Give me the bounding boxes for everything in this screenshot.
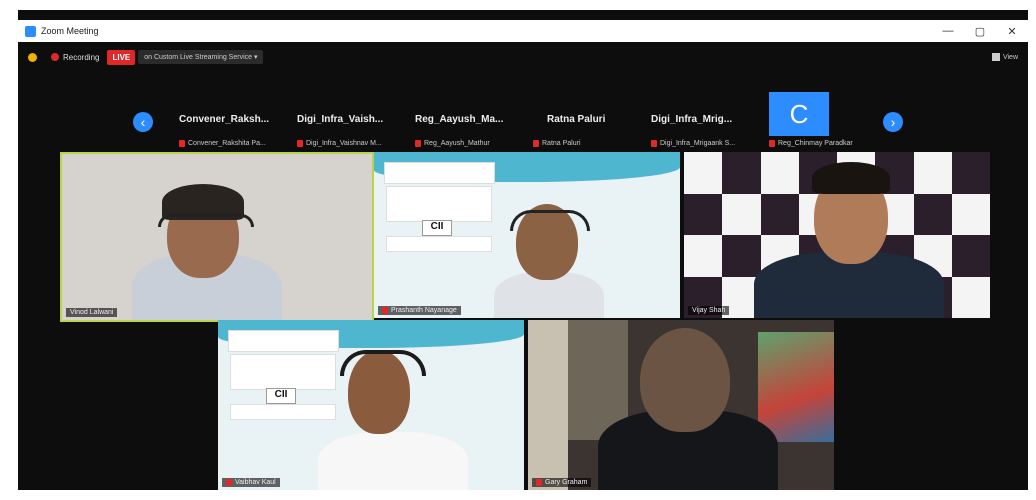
video-tile[interactable]: Vijay Shah — [684, 152, 990, 318]
muted-mic-icon — [415, 140, 421, 147]
backdrop-cell — [760, 152, 799, 194]
live-stream-dropdown[interactable]: on Custom Live Streaming Service ▾ — [138, 50, 264, 64]
backdrop-cell — [722, 193, 761, 235]
slide-card — [386, 236, 492, 252]
participant-thumb[interactable]: Convener_Raksh... Convener_Rakshita Pa..… — [173, 92, 291, 154]
muted-mic-icon — [536, 479, 542, 486]
participant-thumb[interactable]: Reg_Aayush_Ma... Reg_Aayush_Mathur — [409, 92, 527, 154]
muted-mic-icon — [533, 140, 539, 147]
backdrop-cell — [722, 235, 761, 277]
thumb-name: Ratna Paluri — [547, 114, 606, 125]
participant-thumb[interactable]: Digi_Infra_Mrig... Digi_Infra_Mrigaank S… — [645, 92, 763, 154]
participant-thumb[interactable]: Digi_Infra_Vaish... Digi_Infra_Vaishnav … — [291, 92, 409, 154]
thumb-name: Digi_Infra_Vaish... — [297, 114, 384, 125]
muted-mic-icon — [297, 140, 303, 147]
close-button[interactable]: ✕ — [996, 25, 1028, 38]
thumb-label: Reg_Aayush_Mathur — [424, 140, 490, 147]
participant-name-tag: Vinod Lalwani — [66, 308, 118, 317]
cii-logo: CII — [422, 220, 452, 236]
view-button[interactable]: View — [991, 53, 1018, 61]
backdrop-cell — [951, 193, 990, 235]
live-badge: LIVE — [107, 49, 136, 65]
avatar: C — [769, 92, 829, 136]
thumb-name: Digi_Infra_Mrig... — [651, 114, 733, 125]
thumb-label: Digi_Infra_Vaishnav M... — [306, 140, 382, 147]
slide-card — [230, 404, 336, 420]
cii-logo: CII — [266, 388, 296, 404]
muted-mic-icon — [651, 140, 657, 147]
muted-mic-icon — [179, 140, 185, 147]
participant-name-tag: Gary Graham — [532, 478, 592, 487]
slide-logo — [228, 330, 339, 352]
thumb-label: Ratna Paluri — [542, 140, 581, 147]
window-title: Zoom Meeting — [41, 26, 99, 36]
backdrop-cell — [760, 193, 799, 235]
backdrop-cell — [913, 193, 952, 235]
zoom-window: Zoom Meeting — ▢ ✕ Recording LIVE on Cus… — [18, 10, 1028, 490]
backdrop-cell — [684, 193, 723, 235]
maximize-button[interactable]: ▢ — [964, 25, 996, 38]
thumb-name: Reg_Aayush_Ma... — [415, 114, 504, 125]
slide-card — [230, 354, 336, 390]
participant-name-tag: Prashanth Nayanage — [378, 306, 461, 315]
slide-card — [386, 186, 492, 222]
participant-strip: ‹ Convener_Raksh... Convener_Rakshita Pa… — [128, 92, 908, 154]
grid-view-icon — [991, 53, 1000, 61]
prev-page-button[interactable]: ‹ — [133, 112, 153, 132]
next-page-button[interactable]: › — [883, 112, 903, 132]
title-bar: Zoom Meeting — ▢ ✕ — [18, 20, 1028, 42]
view-label: View — [1002, 53, 1018, 61]
participant-name-tag: Vijay Shah — [688, 306, 730, 315]
backdrop-cell — [951, 235, 990, 277]
backdrop-cell — [951, 152, 990, 194]
participant-thumb[interactable]: Ratna Paluri Ratna Paluri — [527, 92, 645, 154]
thumb-label: Convener_Rakshita Pa... — [188, 140, 266, 147]
bookshelf — [528, 320, 568, 490]
video-tile[interactable]: CII Prashanth Nayanage — [374, 152, 680, 318]
backdrop-cell — [951, 276, 990, 318]
muted-mic-icon — [382, 307, 388, 314]
muted-mic-icon — [226, 479, 232, 486]
minimize-button[interactable]: — — [932, 25, 964, 38]
participant-name-tag: Vaibhav Kaul — [222, 478, 280, 487]
backdrop-cell — [684, 152, 723, 194]
recording-icon — [51, 53, 59, 61]
thumb-name: Convener_Raksh... — [179, 114, 270, 125]
backdrop-cell — [913, 152, 952, 194]
backdrop-cell — [684, 235, 723, 277]
video-tile[interactable]: Gary Graham — [528, 320, 834, 490]
meeting-top-bar: Recording LIVE on Custom Live Streaming … — [18, 46, 1028, 68]
meeting-info-icon[interactable] — [28, 52, 37, 62]
participant-thumb[interactable]: C Reg_Chinmay Paradkar — [763, 92, 881, 154]
zoom-app-icon — [25, 25, 36, 37]
muted-mic-icon — [769, 140, 775, 147]
recording-label: Recording — [63, 52, 100, 62]
video-tile-active-speaker[interactable]: Vinod Lalwani — [60, 152, 374, 322]
thumb-label: Reg_Chinmay Paradkar — [778, 140, 853, 147]
wall-painting — [758, 332, 834, 442]
slide-logo — [384, 162, 495, 184]
video-tile[interactable]: CII Vaibhav Kaul — [218, 320, 524, 490]
thumb-label: Digi_Infra_Mrigaank S... — [660, 140, 736, 147]
backdrop-cell — [722, 152, 761, 194]
